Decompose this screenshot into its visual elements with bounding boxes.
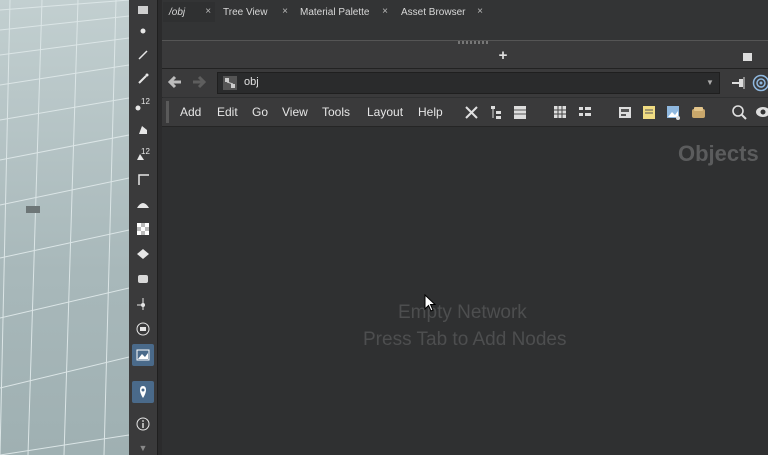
menu-view[interactable]: View: [282, 105, 308, 119]
pin-pane-icon[interactable]: [731, 76, 747, 93]
close-icon[interactable]: ×: [282, 6, 288, 17]
edit-tool-icon[interactable]: [132, 44, 154, 66]
tab-obj[interactable]: /obj ×: [163, 2, 215, 22]
chevron-down-icon[interactable]: ▼: [706, 78, 714, 87]
tab-material-palette[interactable]: Material Palette ×: [294, 2, 392, 22]
tab-asset-browser[interactable]: Asset Browser ×: [395, 2, 487, 22]
point-tool-icon[interactable]: [132, 20, 154, 42]
pane-menu-icon[interactable]: [743, 53, 752, 61]
close-icon[interactable]: ×: [205, 6, 211, 17]
close-icon[interactable]: ×: [477, 6, 483, 17]
image-icon[interactable]: [132, 344, 154, 366]
sculpt-tool-icon[interactable]: [132, 193, 154, 215]
tab-label: /obj: [169, 6, 186, 18]
list-view-icon[interactable]: [512, 104, 529, 121]
network-icon: [223, 76, 237, 90]
grid-view-icon[interactable]: [552, 104, 569, 121]
network-box-icon[interactable]: [617, 104, 634, 121]
empty-network-message: Empty Network: [398, 302, 527, 323]
search-icon[interactable]: [731, 104, 748, 121]
menu-go[interactable]: Go: [252, 105, 268, 119]
visibility-eye-icon[interactable]: [754, 104, 768, 121]
layer-icon[interactable]: [132, 243, 154, 265]
list-icon[interactable]: [132, 318, 154, 340]
viewport-grid: [0, 0, 129, 455]
menu-help[interactable]: Help: [418, 105, 443, 119]
add-tab-button[interactable]: +: [496, 47, 510, 65]
menu-tools[interactable]: Tools: [322, 105, 350, 119]
network-editor[interactable]: [162, 127, 768, 455]
menu-layout[interactable]: Layout: [367, 105, 403, 119]
wrench-icon[interactable]: [463, 104, 480, 121]
asset-icon[interactable]: [690, 104, 707, 121]
menu-add[interactable]: Add: [180, 105, 201, 119]
handle-12b-icon[interactable]: 12: [132, 143, 154, 165]
brush-tool-icon[interactable]: [132, 68, 154, 90]
curve-tool-icon[interactable]: [132, 168, 154, 190]
network-context-title: Objects: [678, 141, 759, 166]
checker-icon[interactable]: [132, 218, 154, 240]
link-icon[interactable]: [752, 74, 768, 95]
light-icon[interactable]: [132, 293, 154, 315]
details-view-icon[interactable]: [577, 104, 594, 121]
shelf-scroll-down-icon[interactable]: ▼: [129, 441, 157, 455]
handle-12-icon[interactable]: 12: [132, 93, 154, 115]
tool-shelf: 12 12 ▼: [129, 0, 158, 455]
split-grip-icon[interactable]: [458, 41, 488, 44]
menu-edit[interactable]: Edit: [217, 105, 238, 119]
tab-tree-view[interactable]: Tree View ×: [217, 2, 292, 22]
pane-tab-bar: [162, 46, 768, 69]
bone-icon[interactable]: [132, 268, 154, 290]
path-value: obj: [244, 76, 259, 88]
mouse-cursor-icon: [424, 293, 438, 317]
move-tool-icon[interactable]: [132, 0, 154, 22]
svg-text:12: 12: [141, 97, 150, 106]
pose-tool-icon[interactable]: [132, 118, 154, 140]
back-arrow-icon[interactable]: [167, 75, 183, 92]
tree-layout-icon[interactable]: [488, 104, 505, 121]
add-nodes-hint: Press Tab to Add Nodes: [363, 329, 567, 350]
forward-arrow-icon[interactable]: [191, 75, 207, 92]
3d-viewport[interactable]: [0, 0, 129, 455]
path-field[interactable]: [217, 72, 720, 94]
svg-text:12: 12: [141, 147, 150, 156]
tab-label: Asset Browser: [401, 6, 466, 18]
sticky-note-icon[interactable]: [641, 104, 658, 121]
tab-label: Material Palette: [300, 6, 370, 18]
tab-label: Tree View: [223, 6, 268, 18]
close-icon[interactable]: ×: [382, 6, 388, 17]
pin-icon[interactable]: [132, 381, 154, 403]
background-image-icon[interactable]: [665, 104, 682, 121]
info-icon[interactable]: [132, 413, 154, 435]
menubar-grip[interactable]: [166, 101, 169, 123]
